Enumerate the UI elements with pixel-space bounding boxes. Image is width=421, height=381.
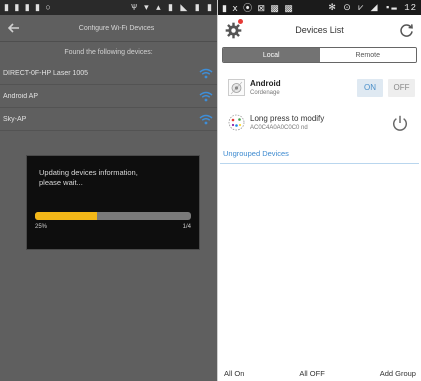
right-status-bar: ▮ ⅹ ⦿ ⊠ ▩ ▩ ✻ ⊙ ⩗ ◢ ▪▬ 12 (218, 0, 421, 15)
tab-local[interactable]: Local (223, 48, 320, 62)
on-button[interactable]: ON (357, 78, 383, 97)
devices-list-screen: ▮ ⅹ ⦿ ⊠ ▩ ▩ ✻ ⊙ ⩗ ◢ ▪▬ 12 Devices List L… (217, 0, 421, 381)
wifi-icon (198, 66, 214, 80)
gear-icon[interactable] (222, 19, 244, 41)
ungrouped-devices-label[interactable]: Ungrouped Devices (218, 148, 421, 160)
progress-message: Updating devices information, please wai… (39, 168, 138, 187)
back-arrow-icon[interactable] (6, 20, 22, 36)
device-mac: AC0C4A0A0C0C0 nd (250, 124, 308, 131)
device-names: Long press to modify AC0C4A0A0C0C0 nd (250, 114, 389, 132)
device-bulb-icon (228, 114, 245, 131)
device-group-icon (228, 79, 245, 96)
wifi-row[interactable]: Sky-AP (0, 108, 217, 131)
device-name: Android (250, 78, 281, 88)
left-top-bar: Configure Wi-Fi Devices (0, 15, 217, 42)
add-group-button[interactable]: Add Group (380, 369, 416, 378)
left-page-title: Configure Wi-Fi Devices (78, 24, 155, 32)
device-row[interactable]: Long press to modify AC0C4A0A0C0C0 nd (218, 105, 421, 140)
wifi-icon (198, 112, 214, 126)
wifi-name: Sky-AP (3, 115, 27, 123)
wifi-name: DIRECT-0F-HP Laser 1005 (3, 69, 89, 77)
wifi-icon (198, 89, 214, 103)
progress-labels: 25% 1/4 (35, 224, 191, 230)
bottom-action-bar: All On All OFF Add Group (218, 365, 421, 381)
right-status-right: ✻ ⊙ ⩗ ◢ ▪▬ 12 (328, 2, 417, 13)
devices-page-title: Devices List (295, 25, 344, 35)
device-name: Long press to modify (250, 113, 325, 123)
device-names: Android Cordenage (250, 79, 357, 97)
section-divider (220, 163, 419, 164)
all-off-button[interactable]: All OFF (299, 369, 324, 378)
wifi-network-list: DIRECT-0F-HP Laser 1005 Android AP Sky-A… (0, 62, 217, 131)
wifi-name: Android AP (3, 92, 39, 100)
left-status-right: Ѱ ▾ ▴ ▮ ◣ ▮ ▮ (131, 2, 213, 13)
location-tabs: Local Remote (222, 47, 417, 63)
device-row[interactable]: Android Cordenage ON OFF (218, 70, 421, 105)
all-on-button[interactable]: All On (224, 369, 244, 378)
left-status-left: ▮ ▮ ▮ ▮ ○ (4, 2, 51, 13)
refresh-icon[interactable] (395, 19, 417, 41)
power-icon[interactable] (389, 112, 411, 134)
progress-bar-fill (35, 212, 98, 220)
off-button[interactable]: OFF (388, 78, 415, 97)
left-status-bar: ▮ ▮ ▮ ▮ ○ Ѱ ▾ ▴ ▮ ◣ ▮ ▮ (0, 0, 217, 15)
wifi-row[interactable]: Android AP (0, 85, 217, 108)
progress-percent: 25% (35, 224, 48, 230)
right-status-left: ▮ ⅹ ⦿ ⊠ ▩ ▩ (222, 4, 293, 14)
tab-remote[interactable]: Remote (319, 48, 416, 62)
progress-count: 1/4 (182, 224, 191, 230)
wifi-row[interactable]: DIRECT-0F-HP Laser 1005 (0, 62, 217, 85)
progress-bar (35, 212, 191, 220)
progress-dialog: Updating devices information, please wai… (26, 155, 200, 250)
device-subtitle: Cordenage (250, 89, 280, 96)
wifi-config-screen: ▮ ▮ ▮ ▮ ○ Ѱ ▾ ▴ ▮ ◣ ▮ ▮ Configure Wi-Fi … (0, 0, 217, 381)
notification-badge (238, 19, 243, 24)
found-devices-subtitle: Found the following devices: (64, 48, 153, 56)
devices-header: Devices List (218, 15, 421, 45)
